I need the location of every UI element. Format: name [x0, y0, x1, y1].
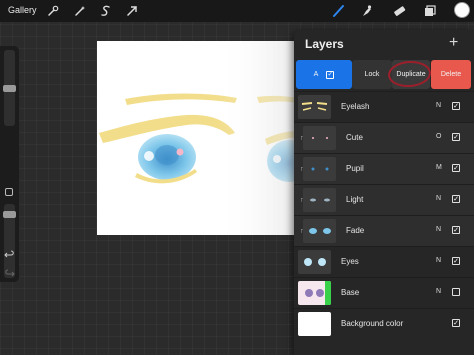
selected-layer-action[interactable]: A ✓ — [296, 60, 352, 89]
visibility-checkbox[interactable]: ✓ — [452, 319, 460, 327]
blend-mode-label[interactable]: M — [436, 164, 442, 171]
layer-name: Eyelash — [341, 102, 370, 111]
selection-s-icon[interactable] — [99, 4, 113, 18]
layer-thumbnail — [298, 250, 331, 274]
delete-label: Delete — [440, 71, 462, 78]
delete-button[interactable]: Delete — [431, 60, 471, 89]
checkmark-icon: ✓ — [326, 70, 335, 79]
layer-thumbnail — [298, 281, 331, 305]
top-toolbar: Gallery — [0, 0, 474, 22]
wrench-icon[interactable] — [46, 4, 60, 18]
anime-eyes-artwork — [99, 41, 297, 235]
blend-mode-label[interactable]: N — [436, 257, 441, 264]
blend-mode-label[interactable]: N — [436, 195, 441, 202]
smudge-icon[interactable] — [359, 4, 373, 18]
brush-size-slider-knob[interactable] — [3, 85, 16, 92]
layer-row-pupil[interactable]: ┌ Pupil M ✓ — [294, 153, 474, 184]
layer-name: Background color — [341, 319, 404, 328]
layers-panel-title: Layers — [305, 37, 344, 51]
blend-mode-label[interactable]: O — [436, 133, 441, 140]
visibility-checkbox[interactable]: ✓ — [452, 133, 460, 141]
redo-icon[interactable] — [4, 268, 15, 279]
blend-mode-label[interactable]: N — [436, 288, 441, 295]
layer-name: Fade — [346, 226, 365, 235]
opacity-slider[interactable] — [3, 204, 16, 278]
annotation-circle — [387, 59, 432, 89]
eraser-icon[interactable] — [392, 4, 406, 18]
layer-row-cute[interactable]: ┌ Cute O ✓ — [294, 122, 474, 153]
layer-thumbnail — [303, 126, 336, 150]
modify-square-button[interactable] — [5, 188, 13, 196]
layers-panel: Layers + A ✓ Lock Duplicate Delete Eyela… — [294, 30, 474, 355]
layer-row-background-color[interactable]: Background color ✓ — [294, 308, 474, 339]
layer-row-base[interactable]: Base N ✓ — [294, 277, 474, 308]
layer-thumbnail — [298, 312, 331, 336]
blend-mode-label[interactable]: N — [436, 102, 441, 109]
lock-label: Lock — [364, 71, 380, 78]
blend-mode-label[interactable]: N — [436, 226, 441, 233]
layer-row-fade[interactable]: ┌ Fade N ✓ — [294, 215, 474, 246]
layers-icon[interactable] — [423, 4, 437, 18]
opacity-slider-knob[interactable] — [3, 211, 16, 218]
layer-thumbnail — [303, 188, 336, 212]
layer-name: Base — [341, 288, 360, 297]
layer-row-light[interactable]: ┌ Light N ✓ — [294, 184, 474, 215]
layer-name: Eyes — [341, 257, 359, 266]
layer-thumbnail — [303, 219, 336, 243]
left-sidebar — [0, 46, 19, 282]
magic-wand-icon[interactable] — [73, 4, 87, 18]
visibility-checkbox[interactable]: ✓ — [452, 257, 460, 265]
drawing-canvas[interactable] — [97, 41, 297, 235]
layer-name: Light — [346, 195, 364, 204]
visibility-checkbox[interactable]: ✓ — [452, 288, 460, 296]
brush-size-slider[interactable] — [3, 50, 16, 126]
lock-button[interactable]: Lock — [352, 60, 392, 89]
add-layer-button[interactable]: + — [449, 34, 458, 52]
layer-row-eyes[interactable]: Eyes N ✓ — [294, 246, 474, 277]
layer-thumbnail — [303, 157, 336, 181]
layer-row-eyelash[interactable]: Eyelash N ✓ — [294, 91, 474, 122]
color-picker-button[interactable] — [454, 2, 470, 18]
visibility-checkbox[interactable]: ✓ — [452, 164, 460, 172]
undo-icon[interactable] — [4, 249, 15, 260]
layer-name: Cute — [346, 133, 363, 142]
selected-layer-label: A — [313, 71, 319, 78]
gallery-button[interactable]: Gallery — [8, 5, 37, 15]
layer-thumbnail — [298, 95, 331, 119]
visibility-checkbox[interactable]: ✓ — [452, 226, 460, 234]
layer-name: Pupil — [346, 164, 364, 173]
visibility-checkbox[interactable]: ✓ — [452, 102, 460, 110]
brush-icon[interactable] — [332, 4, 346, 18]
visibility-checkbox[interactable]: ✓ — [452, 195, 460, 203]
transform-arrow-icon[interactable] — [125, 4, 139, 18]
duplicate-button[interactable]: Duplicate — [387, 59, 432, 89]
